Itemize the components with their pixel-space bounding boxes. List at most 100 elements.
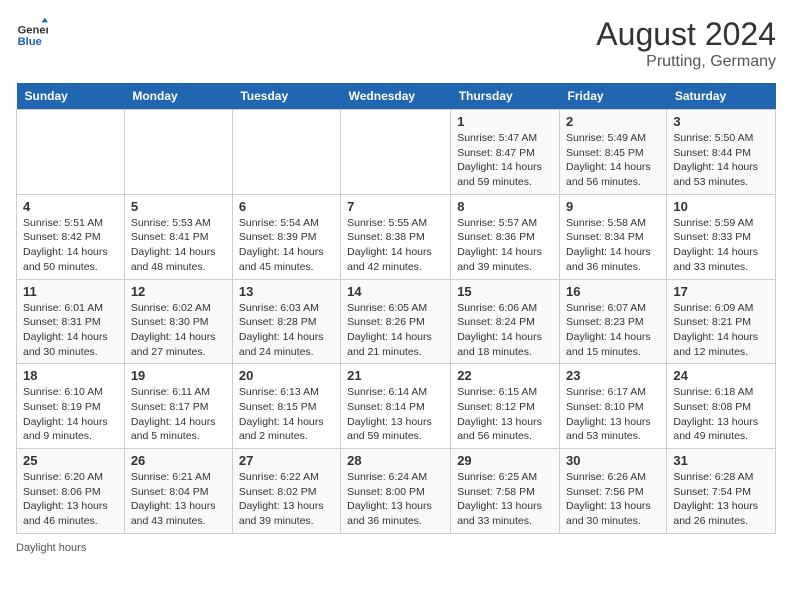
day-number: 27: [239, 453, 334, 468]
day-number: 24: [673, 368, 769, 383]
daylight-hours-label: Daylight hours: [16, 542, 86, 554]
calendar-cell: [232, 110, 340, 195]
day-number: 5: [131, 199, 226, 214]
day-info: Sunrise: 6:11 AM Sunset: 8:17 PM Dayligh…: [131, 385, 226, 444]
day-number: 18: [23, 368, 118, 383]
day-info: Sunrise: 5:55 AM Sunset: 8:38 PM Dayligh…: [347, 216, 444, 275]
day-info: Sunrise: 6:03 AM Sunset: 8:28 PM Dayligh…: [239, 301, 334, 360]
calendar-cell: 16Sunrise: 6:07 AM Sunset: 8:23 PM Dayli…: [560, 279, 667, 364]
day-number: 28: [347, 453, 444, 468]
day-info: Sunrise: 6:24 AM Sunset: 8:00 PM Dayligh…: [347, 470, 444, 529]
day-info: Sunrise: 6:21 AM Sunset: 8:04 PM Dayligh…: [131, 470, 226, 529]
calendar-cell: 15Sunrise: 6:06 AM Sunset: 8:24 PM Dayli…: [451, 279, 560, 364]
calendar-cell: 19Sunrise: 6:11 AM Sunset: 8:17 PM Dayli…: [124, 364, 232, 449]
calendar-body: 1 Sunrise: 5:47 AM Sunset: 8:47 PM Daylig…: [17, 110, 776, 534]
calendar-cell: 12 Sunrise: 6:02 AM Sunset: 8:30 PM Dayli…: [124, 279, 232, 364]
day-info: Sunrise: 6:09 AM Sunset: 8:21 PM Dayligh…: [673, 301, 769, 360]
week-row-4: 18Sunrise: 6:10 AM Sunset: 8:19 PM Dayli…: [17, 364, 776, 449]
calendar-cell: 8 Sunrise: 5:57 AM Sunset: 8:36 PM Daylig…: [451, 194, 560, 279]
title-block: August 2024 Prutting, Germany: [596, 16, 776, 71]
subtitle: Prutting, Germany: [596, 53, 776, 71]
footer-note: Daylight hours: [16, 542, 776, 554]
day-number: 7: [347, 199, 444, 214]
calendar-cell: 9 Sunrise: 5:58 AM Sunset: 8:34 PM Daylig…: [560, 194, 667, 279]
calendar-cell: 6Sunrise: 5:54 AM Sunset: 8:39 PM Daylig…: [232, 194, 340, 279]
calendar-cell: [341, 110, 451, 195]
day-number: 10: [673, 199, 769, 214]
header-day-wednesday: Wednesday: [341, 83, 451, 110]
calendar-table: SundayMondayTuesdayWednesdayThursdayFrid…: [16, 83, 776, 534]
day-number: 1: [457, 114, 553, 129]
calendar-cell: 13Sunrise: 6:03 AM Sunset: 8:28 PM Dayli…: [232, 279, 340, 364]
day-info: Sunrise: 6:17 AM Sunset: 8:10 PM Dayligh…: [566, 385, 660, 444]
day-number: 12: [131, 284, 226, 299]
day-info: Sunrise: 6:20 AM Sunset: 8:06 PM Dayligh…: [23, 470, 118, 529]
day-info: Sunrise: 5:51 AM Sunset: 8:42 PM Dayligh…: [23, 216, 118, 275]
day-info: Sunrise: 5:53 AM Sunset: 8:41 PM Dayligh…: [131, 216, 226, 275]
calendar-cell: 17 Sunrise: 6:09 AM Sunset: 8:21 PM Dayli…: [667, 279, 776, 364]
header-day-thursday: Thursday: [451, 83, 560, 110]
day-info: Sunrise: 6:01 AM Sunset: 8:31 PM Dayligh…: [23, 301, 118, 360]
week-row-2: 4Sunrise: 5:51 AM Sunset: 8:42 PM Daylig…: [17, 194, 776, 279]
day-info: Sunrise: 5:49 AM Sunset: 8:45 PM Dayligh…: [566, 131, 660, 190]
day-number: 6: [239, 199, 334, 214]
day-info: Sunrise: 6:05 AM Sunset: 8:26 PM Dayligh…: [347, 301, 444, 360]
logo-icon: General Blue: [16, 16, 48, 48]
main-title: August 2024: [596, 16, 776, 53]
day-number: 29: [457, 453, 553, 468]
day-number: 26: [131, 453, 226, 468]
calendar-cell: 28 Sunrise: 6:24 AM Sunset: 8:00 PM Dayli…: [341, 449, 451, 534]
svg-text:General: General: [18, 25, 48, 37]
page-header: General Blue August 2024 Prutting, Germa…: [16, 16, 776, 71]
day-info: Sunrise: 5:57 AM Sunset: 8:36 PM Dayligh…: [457, 216, 553, 275]
day-number: 20: [239, 368, 334, 383]
day-info: Sunrise: 6:25 AM Sunset: 7:58 PM Dayligh…: [457, 470, 553, 529]
header-day-tuesday: Tuesday: [232, 83, 340, 110]
calendar-cell: 25 Sunrise: 6:20 AM Sunset: 8:06 PM Dayli…: [17, 449, 125, 534]
day-info: Sunrise: 6:06 AM Sunset: 8:24 PM Dayligh…: [457, 301, 553, 360]
week-row-1: 1 Sunrise: 5:47 AM Sunset: 8:47 PM Daylig…: [17, 110, 776, 195]
header-row: SundayMondayTuesdayWednesdayThursdayFrid…: [17, 83, 776, 110]
day-number: 31: [673, 453, 769, 468]
calendar-cell: 18Sunrise: 6:10 AM Sunset: 8:19 PM Dayli…: [17, 364, 125, 449]
day-number: 30: [566, 453, 660, 468]
calendar-cell: 3Sunrise: 5:50 AM Sunset: 8:44 PM Daylig…: [667, 110, 776, 195]
day-number: 16: [566, 284, 660, 299]
day-info: Sunrise: 5:47 AM Sunset: 8:47 PM Dayligh…: [457, 131, 553, 190]
day-info: Sunrise: 6:13 AM Sunset: 8:15 PM Dayligh…: [239, 385, 334, 444]
calendar-cell: 23Sunrise: 6:17 AM Sunset: 8:10 PM Dayli…: [560, 364, 667, 449]
calendar-cell: [17, 110, 125, 195]
day-info: Sunrise: 6:26 AM Sunset: 7:56 PM Dayligh…: [566, 470, 660, 529]
day-info: Sunrise: 6:02 AM Sunset: 8:30 PM Dayligh…: [131, 301, 226, 360]
day-number: 22: [457, 368, 553, 383]
logo: General Blue: [16, 16, 48, 48]
calendar-cell: 29 Sunrise: 6:25 AM Sunset: 7:58 PM Dayli…: [451, 449, 560, 534]
calendar-cell: 27Sunrise: 6:22 AM Sunset: 8:02 PM Dayli…: [232, 449, 340, 534]
day-number: 11: [23, 284, 118, 299]
day-number: 3: [673, 114, 769, 129]
calendar-cell: 4Sunrise: 5:51 AM Sunset: 8:42 PM Daylig…: [17, 194, 125, 279]
calendar-cell: 10Sunrise: 5:59 AM Sunset: 8:33 PM Dayli…: [667, 194, 776, 279]
calendar-cell: 2 Sunrise: 5:49 AM Sunset: 8:45 PM Daylig…: [560, 110, 667, 195]
header-day-sunday: Sunday: [17, 83, 125, 110]
svg-text:Blue: Blue: [18, 36, 42, 48]
day-number: 14: [347, 284, 444, 299]
calendar-cell: 1 Sunrise: 5:47 AM Sunset: 8:47 PM Daylig…: [451, 110, 560, 195]
day-info: Sunrise: 5:58 AM Sunset: 8:34 PM Dayligh…: [566, 216, 660, 275]
calendar-cell: [124, 110, 232, 195]
day-number: 25: [23, 453, 118, 468]
day-number: 8: [457, 199, 553, 214]
day-number: 2: [566, 114, 660, 129]
header-day-monday: Monday: [124, 83, 232, 110]
calendar-cell: 21Sunrise: 6:14 AM Sunset: 8:14 PM Dayli…: [341, 364, 451, 449]
header-day-saturday: Saturday: [667, 83, 776, 110]
day-info: Sunrise: 6:18 AM Sunset: 8:08 PM Dayligh…: [673, 385, 769, 444]
week-row-5: 25 Sunrise: 6:20 AM Sunset: 8:06 PM Dayli…: [17, 449, 776, 534]
day-info: Sunrise: 6:15 AM Sunset: 8:12 PM Dayligh…: [457, 385, 553, 444]
day-number: 17: [673, 284, 769, 299]
day-info: Sunrise: 6:14 AM Sunset: 8:14 PM Dayligh…: [347, 385, 444, 444]
day-number: 9: [566, 199, 660, 214]
calendar-cell: 11 Sunrise: 6:01 AM Sunset: 8:31 PM Dayli…: [17, 279, 125, 364]
calendar-cell: 26 Sunrise: 6:21 AM Sunset: 8:04 PM Dayli…: [124, 449, 232, 534]
calendar-cell: 7 Sunrise: 5:55 AM Sunset: 8:38 PM Daylig…: [341, 194, 451, 279]
